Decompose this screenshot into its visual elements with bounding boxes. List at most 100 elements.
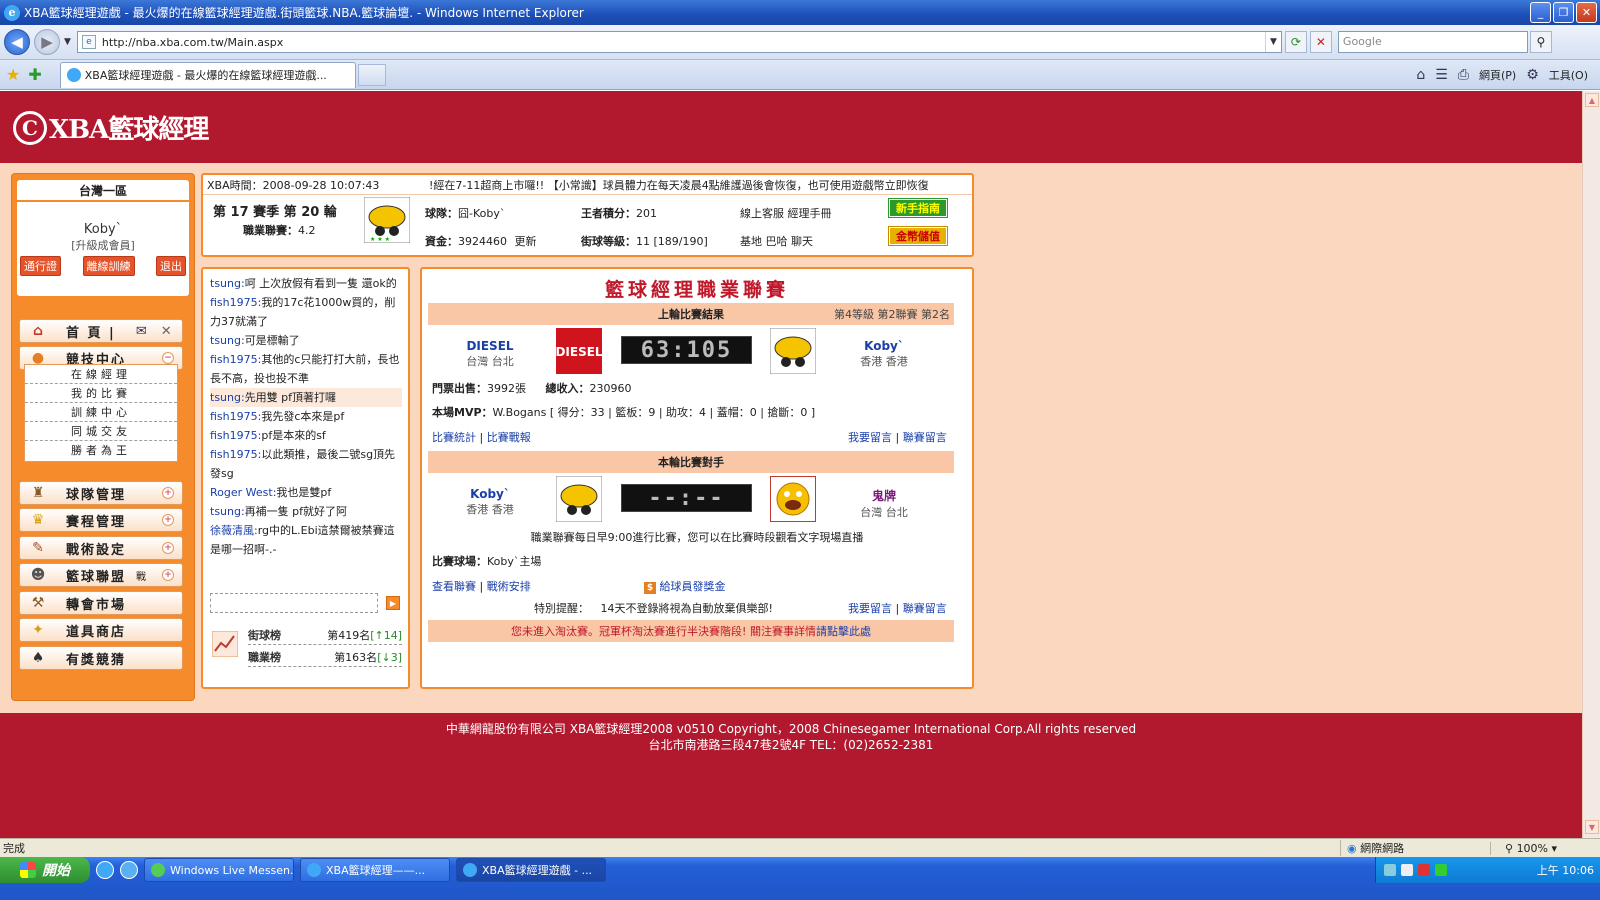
- stop-button[interactable]: ✕: [1309, 31, 1332, 53]
- submenu-training-center[interactable]: 訓練中心: [25, 403, 177, 422]
- pro-rank-row[interactable]: 職業榜 第163名[↓3]: [248, 647, 402, 667]
- team-field: 球隊：囧-Koby`: [425, 205, 505, 221]
- bonus-line[interactable]: $ 給球員發獎金: [644, 578, 726, 594]
- chat-nick[interactable]: fish1975:: [210, 410, 261, 423]
- player-bonus-link[interactable]: 給球員發獎金: [660, 580, 726, 593]
- security-zone: ◉ 網際網路: [1340, 840, 1490, 856]
- chat-nick[interactable]: tsung:: [210, 334, 245, 347]
- leave-message-link[interactable]: 我要留言: [848, 431, 892, 444]
- menu-lottery[interactable]: ♠ 有獎競猜: [19, 646, 183, 670]
- favorites-star-icon[interactable]: ★: [6, 65, 20, 84]
- close-button[interactable]: ✕: [1576, 2, 1597, 23]
- menu-home[interactable]: ⌂ 首 頁 | ✉ ✕: [19, 319, 183, 343]
- submenu-city-friends[interactable]: 同城交友: [25, 422, 177, 441]
- chat-nick[interactable]: Roger West:: [210, 486, 276, 499]
- beginner-guide-button[interactable]: 新手指南: [888, 198, 948, 218]
- menu-team-management[interactable]: ♜ 球隊管理 +: [19, 481, 183, 505]
- logout-button[interactable]: 退出: [156, 256, 186, 276]
- match-stats-link[interactable]: 比賽統計: [432, 431, 476, 444]
- refresh-button[interactable]: ⟳: [1284, 31, 1307, 53]
- minimize-button[interactable]: _: [1530, 2, 1551, 23]
- funds-update-link[interactable]: 更新: [515, 235, 537, 248]
- submenu-online-manager[interactable]: 在線經理: [25, 365, 177, 384]
- schedule-note: 職業聯賽每日早9:00進行比賽，您可以在比賽時段觀看文字現場直播: [530, 531, 864, 544]
- chat-nick[interactable]: tsung:: [210, 391, 245, 404]
- search-button[interactable]: ⚲: [1529, 31, 1552, 53]
- address-dropdown-icon[interactable]: ▼: [1264, 32, 1281, 52]
- url-input[interactable]: http://nba.xba.com.tw/Main.aspx: [102, 36, 1265, 49]
- chat-input[interactable]: [210, 593, 378, 613]
- chat-send-button[interactable]: ▶: [386, 596, 400, 610]
- new-tab-button[interactable]: [357, 63, 386, 86]
- add-favorite-icon[interactable]: ✚: [28, 65, 41, 84]
- menu-tactics[interactable]: ✎ 戰術設定 +: [19, 536, 183, 560]
- offline-training-button[interactable]: 離線訓練: [82, 256, 135, 276]
- history-dropdown[interactable]: ▼: [64, 37, 71, 47]
- view-league-link[interactable]: 查看聯賽: [432, 580, 476, 593]
- task-xba-2[interactable]: XBA籃球經理遊戲 - ...: [456, 858, 606, 882]
- last-home-name[interactable]: DIESEL: [460, 339, 520, 353]
- pass-button[interactable]: 通行證: [20, 256, 61, 276]
- upgrade-member-link[interactable]: [升級成會員]: [17, 237, 189, 253]
- expand-icon[interactable]: +: [162, 542, 174, 554]
- start-button[interactable]: 開始: [0, 857, 90, 883]
- quicklaunch-ie2-icon[interactable]: [120, 861, 138, 879]
- browser-tab[interactable]: XBA籃球經理遊戲 - 最火爆的在線籃球經理遊戲...: [59, 61, 356, 88]
- chat-nick[interactable]: fish1975:: [210, 353, 261, 366]
- expand-icon[interactable]: +: [162, 487, 174, 499]
- zoom-control[interactable]: ⚲ 100% ▾: [1490, 841, 1600, 855]
- mail-icon[interactable]: ✉: [136, 324, 147, 339]
- quicklaunch-ie-icon[interactable]: [96, 861, 114, 879]
- next-away-name[interactable]: 鬼牌: [852, 487, 916, 504]
- tray-app-icon[interactable]: [1435, 864, 1447, 876]
- scroll-up-icon[interactable]: ▲: [1585, 93, 1599, 107]
- help-links[interactable]: 線上客服 經理手冊: [740, 205, 832, 221]
- street-rank-row[interactable]: 街球榜 第419名[↑14]: [248, 625, 402, 645]
- scroll-down-icon[interactable]: ▼: [1585, 820, 1599, 834]
- menu-schedule-management[interactable]: ♛ 賽程管理 +: [19, 508, 183, 532]
- menu-item-shop[interactable]: ✦ 道具商店: [19, 618, 183, 642]
- forward-button[interactable]: ▶: [34, 29, 60, 55]
- task-messenger[interactable]: Windows Live Messen...: [144, 858, 294, 882]
- expand-icon[interactable]: +: [162, 569, 174, 581]
- chat-nick[interactable]: 徐薇清風:: [210, 524, 258, 537]
- back-button[interactable]: ◀: [4, 29, 30, 55]
- tactics-link[interactable]: 戰術安排: [487, 580, 531, 593]
- expand-icon[interactable]: +: [162, 514, 174, 526]
- submenu-winner-king[interactable]: 勝者為王: [25, 441, 177, 460]
- feed-icon[interactable]: ☰: [1435, 67, 1448, 83]
- tray-network-icon[interactable]: [1384, 864, 1396, 876]
- chat-nick[interactable]: tsung:: [210, 505, 245, 518]
- site-logo[interactable]: C XBA籃球經理: [13, 109, 209, 146]
- menu-transfer-market[interactable]: ⚒ 轉會市場: [19, 591, 183, 615]
- search-input[interactable]: Google: [1337, 31, 1528, 53]
- tray-antivirus-icon[interactable]: [1418, 864, 1430, 876]
- tools-menu[interactable]: 工具(O): [1549, 67, 1588, 83]
- task-xba-1[interactable]: XBA籃球經理——...: [300, 858, 450, 882]
- print-icon[interactable]: ⎙: [1458, 67, 1469, 83]
- last-away-name[interactable]: Koby`: [852, 339, 916, 353]
- chat-nick[interactable]: fish1975:: [210, 448, 261, 461]
- tools-icon[interactable]: ✕: [161, 324, 172, 339]
- chat-nick[interactable]: fish1975:: [210, 429, 261, 442]
- league-message-link[interactable]: 聯賽留言: [903, 431, 947, 444]
- home-icon[interactable]: ⌂: [1416, 67, 1425, 83]
- match-report-link[interactable]: 比賽戰報: [487, 431, 531, 444]
- address-bar[interactable]: e http://nba.xba.com.tw/Main.aspx ▼: [76, 31, 1282, 53]
- league-message-link-2[interactable]: 聯賽留言: [903, 602, 947, 615]
- chat-nick[interactable]: fish1975:: [210, 296, 261, 309]
- tray-volume-icon[interactable]: [1401, 864, 1413, 876]
- submenu-my-matches[interactable]: 我的比賽: [25, 384, 177, 403]
- gold-topup-button[interactable]: 金幣儲值: [888, 226, 948, 246]
- page-menu[interactable]: 網頁(P): [1479, 67, 1516, 83]
- mvp-value: W.Bogans [ 得分：33 | 籃板：9 | 助攻：4 | 蓋帽：0 | …: [492, 406, 816, 419]
- community-links[interactable]: 基地 巴哈 聊天: [740, 233, 813, 249]
- collapse-icon[interactable]: −: [162, 352, 174, 364]
- vertical-scrollbar[interactable]: ▲ ▼: [1582, 91, 1600, 838]
- leave-message-link-2[interactable]: 我要留言: [848, 602, 892, 615]
- next-home-name[interactable]: Koby`: [460, 487, 520, 501]
- menu-league[interactable]: ☻ 籃球聯盟 戰 +: [19, 563, 183, 587]
- chat-nick[interactable]: tsung:: [210, 277, 245, 290]
- restore-button[interactable]: ❐: [1553, 2, 1574, 23]
- knockout-details-link[interactable]: 請點擊此處: [816, 623, 871, 639]
